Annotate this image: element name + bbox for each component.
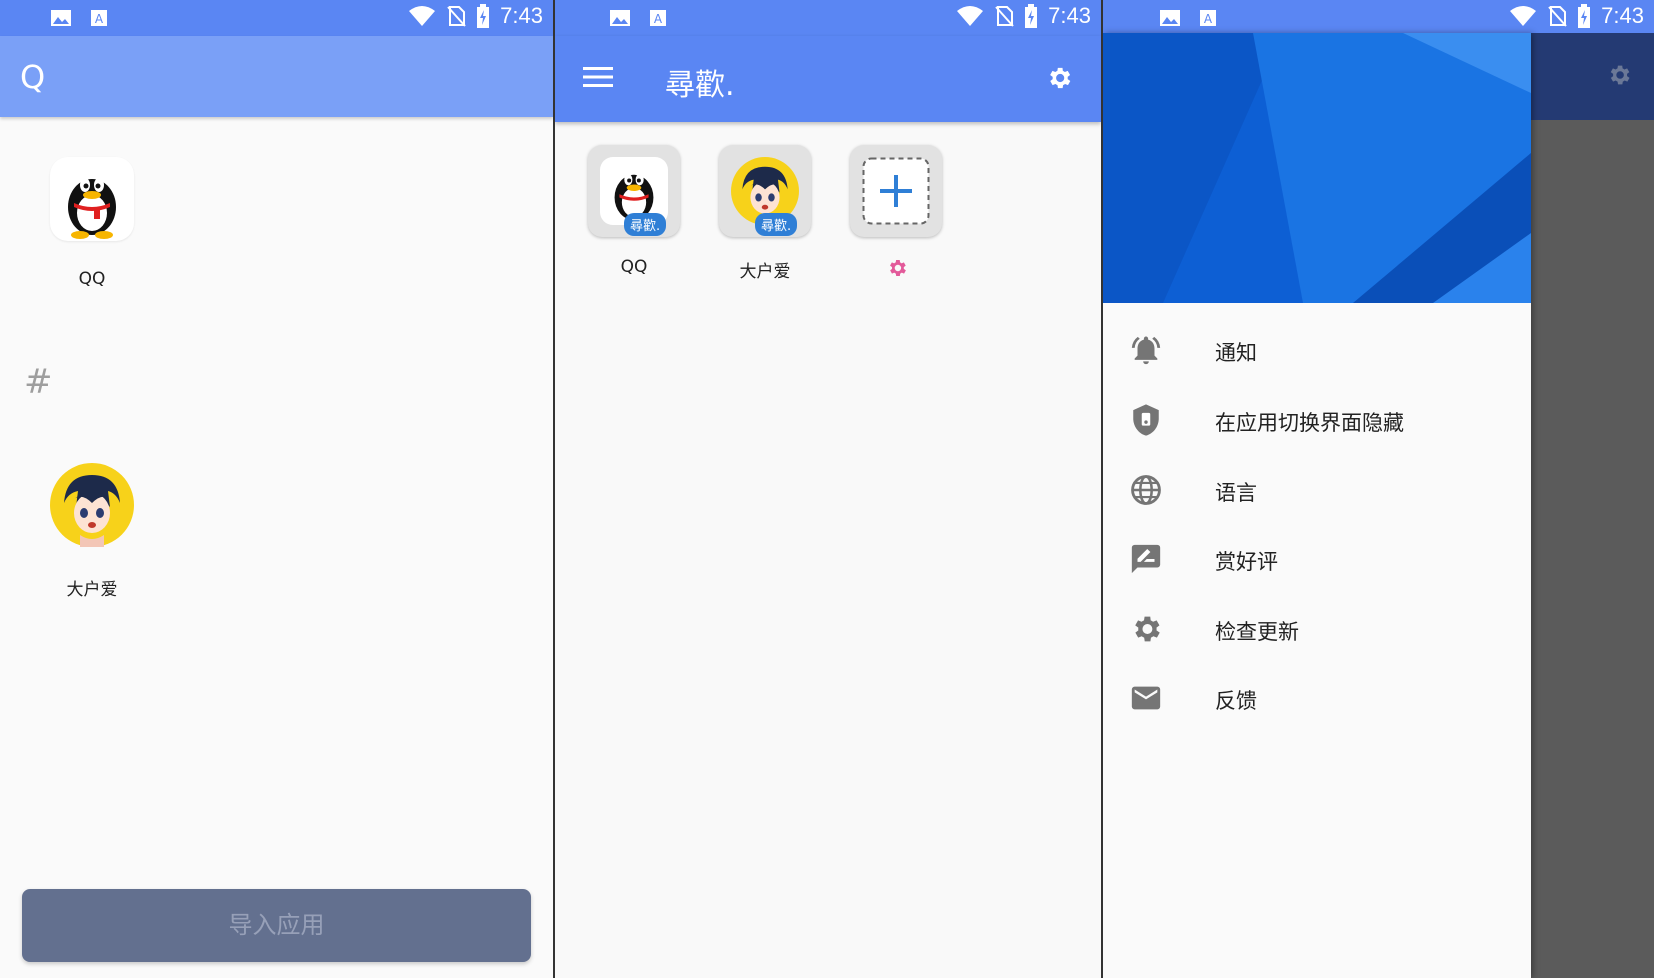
- gear-icon[interactable]: [1045, 64, 1073, 92]
- drawer-panel: A 7:43 通知 在应用切换界面隐藏 语言 赏好评 检查更新 反馈: [1103, 0, 1654, 978]
- menu-item-notification[interactable]: 通知: [1103, 321, 1531, 381]
- status-bar: A 7:43: [0, 0, 553, 36]
- wifi-icon: [956, 5, 984, 27]
- app-bar: Q: [0, 36, 553, 117]
- mail-icon: [1129, 681, 1163, 715]
- tile-label: QQ: [620, 257, 648, 277]
- add-app-tile[interactable]: [850, 145, 942, 237]
- menu-item-label: 检查更新: [1215, 620, 1299, 644]
- svg-text:A: A: [95, 12, 104, 26]
- home-panel: A 7:43 尋歡. 尋歡. QQ 尋歡. 大户爱: [553, 0, 1103, 978]
- battery-charging-icon: [1024, 4, 1038, 28]
- pink-gear-icon: [886, 257, 908, 279]
- page-title: Q: [20, 58, 46, 96]
- app-item-qq[interactable]: QQ: [42, 157, 142, 289]
- menu-item-label: 在应用切换界面隐藏: [1215, 411, 1404, 435]
- globe-icon: [1129, 473, 1163, 507]
- status-bar: A 7:43: [555, 0, 1101, 36]
- toolbar: 尋歡.: [555, 36, 1101, 122]
- image-icon: [609, 8, 631, 28]
- section-header: #: [24, 362, 53, 402]
- status-time: 7:43: [1601, 3, 1644, 28]
- app-list-panel: A 7:43 Q QQ # 大户爱 导入应用: [0, 0, 553, 978]
- rate-review-icon: [1129, 542, 1163, 576]
- bell-ringing-icon: [1129, 333, 1163, 367]
- battery-charging-icon: [476, 4, 490, 28]
- app-item-dahuai[interactable]: 大户爱: [42, 463, 142, 600]
- menu-item-label: 语言: [1215, 481, 1257, 505]
- text-a-icon: A: [649, 8, 667, 28]
- wifi-icon: [1509, 5, 1537, 27]
- menu-item-feedback[interactable]: 反馈: [1103, 669, 1531, 729]
- svg-text:A: A: [1204, 12, 1213, 26]
- gear-icon: [1129, 612, 1163, 646]
- no-sim-icon: [994, 5, 1014, 27]
- hamburger-menu-icon[interactable]: [583, 66, 613, 88]
- image-icon: [1159, 8, 1181, 28]
- app-label: 大户爱: [66, 580, 118, 600]
- import-apps-button[interactable]: 导入应用: [22, 889, 531, 962]
- no-sim-icon: [1547, 5, 1567, 27]
- anime-avatar-icon: [50, 463, 134, 547]
- menu-item-label: 通知: [1215, 341, 1257, 365]
- app-label: QQ: [78, 269, 106, 289]
- wifi-icon: [408, 5, 436, 27]
- battery-charging-icon: [1577, 4, 1591, 28]
- add-icon: [862, 157, 930, 225]
- no-sim-icon: [446, 5, 466, 27]
- navigation-drawer: 通知 在应用切换界面隐藏 语言 赏好评 检查更新 反馈: [1103, 33, 1531, 978]
- menu-item-hide-in-recents[interactable]: 在应用切换界面隐藏: [1103, 391, 1531, 451]
- app-badge: 尋歡.: [624, 213, 667, 236]
- drawer-header: [1103, 33, 1531, 303]
- svg-text:A: A: [654, 12, 663, 26]
- menu-item-check-update[interactable]: 检查更新: [1103, 600, 1531, 660]
- menu-item-rate[interactable]: 赏好评: [1103, 530, 1531, 590]
- menu-item-label: 赏好评: [1215, 550, 1278, 574]
- gear-icon: [1606, 62, 1632, 88]
- status-time: 7:43: [1048, 3, 1091, 28]
- text-a-icon: A: [90, 8, 108, 28]
- tile-label: 大户爱: [739, 262, 791, 282]
- shield-icon: [1129, 403, 1163, 437]
- image-icon: [50, 8, 72, 28]
- qq-penguin-icon: [50, 157, 134, 241]
- menu-item-label: 反馈: [1215, 689, 1257, 713]
- text-a-icon: A: [1199, 8, 1217, 28]
- status-bar: A 7:43: [1103, 0, 1654, 36]
- app-title: 尋歡.: [665, 68, 735, 103]
- app-tile-dahuai[interactable]: 尋歡.: [719, 145, 811, 237]
- app-tile-qq[interactable]: 尋歡.: [588, 145, 680, 237]
- app-badge: 尋歡.: [755, 213, 798, 236]
- menu-item-language[interactable]: 语言: [1103, 461, 1531, 521]
- status-time: 7:43: [500, 3, 543, 28]
